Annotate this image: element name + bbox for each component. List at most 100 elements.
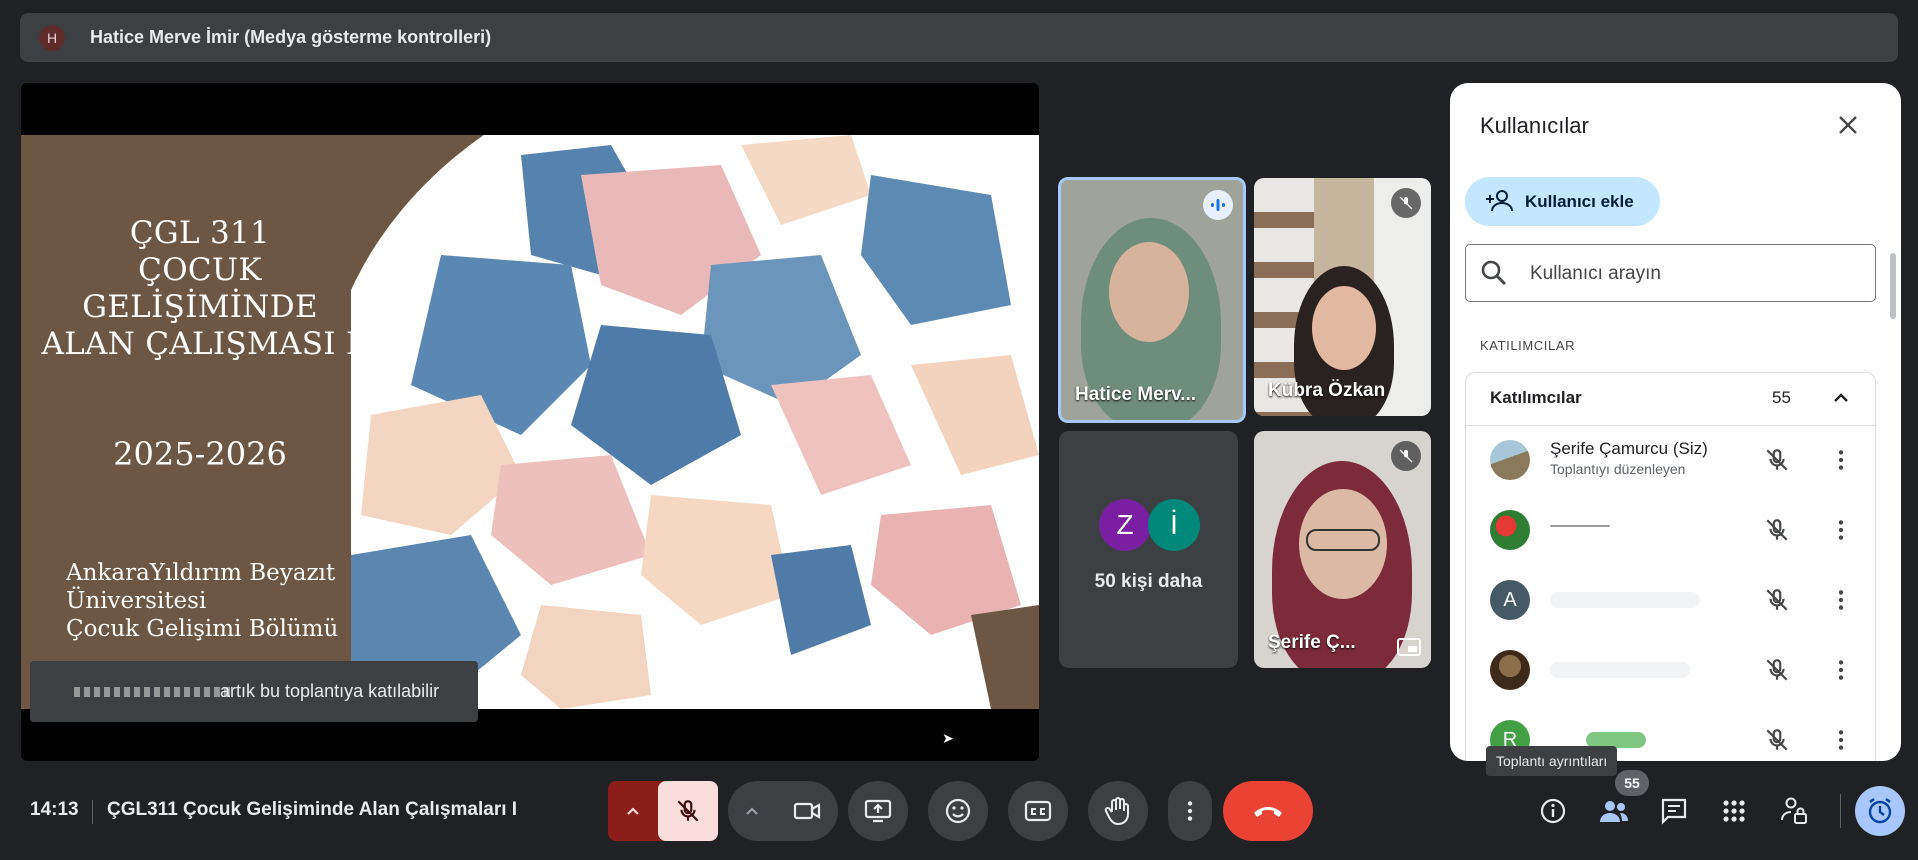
present-screen-icon — [864, 799, 892, 823]
mic-off-icon — [1391, 441, 1421, 471]
more-options-icon[interactable] — [1828, 447, 1854, 473]
participant-name-redacted — [1550, 662, 1690, 678]
timer-button[interactable] — [1855, 786, 1905, 836]
participant-row[interactable]: Şerife Çamurcu (Siz) Toplantıyı düzenley… — [1466, 425, 1875, 495]
add-person-icon — [1486, 190, 1513, 212]
meeting-details-button[interactable] — [1528, 786, 1578, 836]
mic-off-icon[interactable] — [1764, 727, 1790, 753]
add-user-label: Kullanıcı ekle — [1525, 192, 1634, 211]
participants-group-header[interactable]: Katılımcılar 55 — [1466, 373, 1875, 426]
slide-title-line: ÇGL 311 — [129, 215, 271, 251]
video-frame — [1109, 242, 1189, 342]
camera-control-group — [728, 781, 838, 841]
emoji-icon — [945, 798, 971, 824]
more-options-icon[interactable] — [1828, 727, 1854, 753]
toast-text: artık bu toplantıya katılabilir — [220, 681, 440, 701]
presentation-stage: ÇGL 311 ÇOCUK GELİŞİMİNDE ALAN ÇALIŞMASI… — [21, 83, 1039, 761]
slide-title-line: ALAN ÇALIŞMASI I — [41, 326, 359, 362]
alarm-clock-icon — [1868, 798, 1892, 824]
more-participants-label: 50 kişi daha — [1094, 571, 1203, 592]
participant-tile-kubra[interactable]: Kübra Özkan — [1254, 178, 1431, 416]
presenter-bar[interactable]: H Hatice Merve İmir (Medya gösterme kont… — [20, 13, 1898, 62]
mic-off-icon[interactable] — [1764, 587, 1790, 613]
chat-button[interactable] — [1649, 786, 1699, 836]
participant-name-redacted — [1550, 592, 1700, 608]
participant-avatar — [1490, 510, 1530, 550]
presenter-label: Hatice Merve İmir (Medya gösterme kontro… — [90, 27, 492, 47]
join-notification-toast: artık bu toplantıya katılabilir — [30, 661, 478, 722]
participant-row[interactable] — [1466, 635, 1875, 705]
participant-row[interactable]: A — [1466, 565, 1875, 635]
mic-off-icon[interactable] — [1764, 517, 1790, 543]
participant-name-redacted — [1550, 525, 1610, 527]
chevron-up-icon[interactable] — [1832, 389, 1850, 407]
more-participants-tile[interactable]: Z İ 50 kişi daha — [1059, 431, 1238, 668]
mic-off-icon[interactable] — [1764, 447, 1790, 473]
divider — [92, 800, 93, 824]
participant-name: Şerife Ç... — [1268, 632, 1356, 653]
participant-name: Hatice Merv... — [1075, 384, 1197, 405]
slide-title-line: GELİŞİMİNDE — [82, 289, 318, 325]
slide-university-line: Üniversitesi — [66, 588, 207, 614]
people-panel: Kullanıcılar Kullanıcı ekle KATILIMCILAR… — [1450, 83, 1901, 761]
more-options-icon[interactable] — [1828, 517, 1854, 543]
participants-count: 55 — [1772, 388, 1791, 407]
participants-group: Katılımcılar 55 Şerife Çamurcu (Siz) Top… — [1465, 372, 1876, 761]
speaking-indicator-icon — [1203, 190, 1233, 220]
panel-scrollbar[interactable] — [1890, 253, 1896, 319]
search-field[interactable] — [1465, 244, 1876, 302]
search-input[interactable] — [1528, 259, 1852, 289]
mic-off-icon[interactable] — [1764, 657, 1790, 683]
participant-role: Toplantıyı düzenleyen — [1550, 461, 1686, 477]
participant-avatar — [1490, 440, 1530, 480]
participant-avatar: Z — [1099, 499, 1151, 551]
end-call-icon — [1254, 807, 1282, 817]
slide-university: AnkaraYıldırım Beyazıt Üniversitesi Çocu… — [66, 559, 366, 643]
activities-button[interactable] — [1709, 786, 1759, 836]
apps-grid-icon — [1723, 800, 1745, 822]
meeting-title: ÇGL311 Çocuk Gelişiminde Alan Çalışmalar… — [107, 799, 518, 820]
captions-button[interactable] — [1008, 781, 1068, 841]
participant-tile-hatice[interactable]: Hatice Merv... — [1058, 177, 1246, 423]
people-count-badge: 55 — [1615, 770, 1649, 796]
reactions-button[interactable] — [928, 781, 988, 841]
participant-row[interactable] — [1466, 495, 1875, 565]
slide-university-line: AnkaraYıldırım Beyazıt — [66, 560, 336, 586]
chevron-up-icon — [627, 807, 639, 815]
mic-control-group — [608, 781, 718, 841]
mic-toggle-button[interactable] — [658, 781, 718, 841]
more-options-button[interactable] — [1168, 781, 1212, 841]
participant-name: Kübra Özkan — [1268, 380, 1386, 401]
chat-icon — [1661, 798, 1687, 825]
section-label: KATILIMCILAR — [1480, 338, 1576, 353]
present-screen-button[interactable] — [848, 781, 908, 841]
participant-tile-serife[interactable]: Şerife Ç... — [1254, 431, 1431, 668]
divider — [1840, 794, 1841, 828]
video-frame — [1306, 529, 1380, 551]
raise-hand-icon — [1104, 797, 1129, 826]
info-icon — [1540, 798, 1566, 824]
add-user-button[interactable]: Kullanıcı ekle — [1465, 177, 1660, 226]
leave-call-button[interactable] — [1223, 781, 1313, 841]
slide-title: ÇGL 311 ÇOCUK GELİŞİMİNDE ALAN ÇALIŞMASI… — [41, 215, 359, 363]
host-controls-button[interactable] — [1769, 786, 1819, 836]
raise-hand-button[interactable] — [1088, 781, 1148, 841]
video-frame — [1312, 286, 1376, 370]
more-options-icon — [1187, 801, 1193, 821]
participant-avatar: İ — [1148, 499, 1200, 551]
more-options-icon[interactable] — [1828, 587, 1854, 613]
panel-title: Kullanıcılar — [1480, 113, 1589, 138]
close-icon[interactable] — [1828, 105, 1868, 145]
pip-icon[interactable] — [1397, 638, 1421, 656]
participant-name: Şerife Çamurcu (Siz) — [1550, 439, 1708, 458]
more-options-icon[interactable] — [1828, 657, 1854, 683]
people-icon — [1600, 801, 1628, 822]
chevron-up-icon[interactable] — [745, 806, 759, 816]
slide-title-line: ÇOCUK — [138, 252, 262, 288]
audio-options-button[interactable] — [608, 781, 658, 841]
captions-icon — [1024, 800, 1052, 822]
clock: 14:13 — [30, 799, 79, 820]
presenter-avatar: H — [39, 25, 65, 51]
slide-text-area: ÇGL 311 ÇOCUK GELİŞİMİNDE ALAN ÇALIŞMASI… — [21, 135, 381, 709]
camera-icon[interactable] — [793, 800, 821, 822]
